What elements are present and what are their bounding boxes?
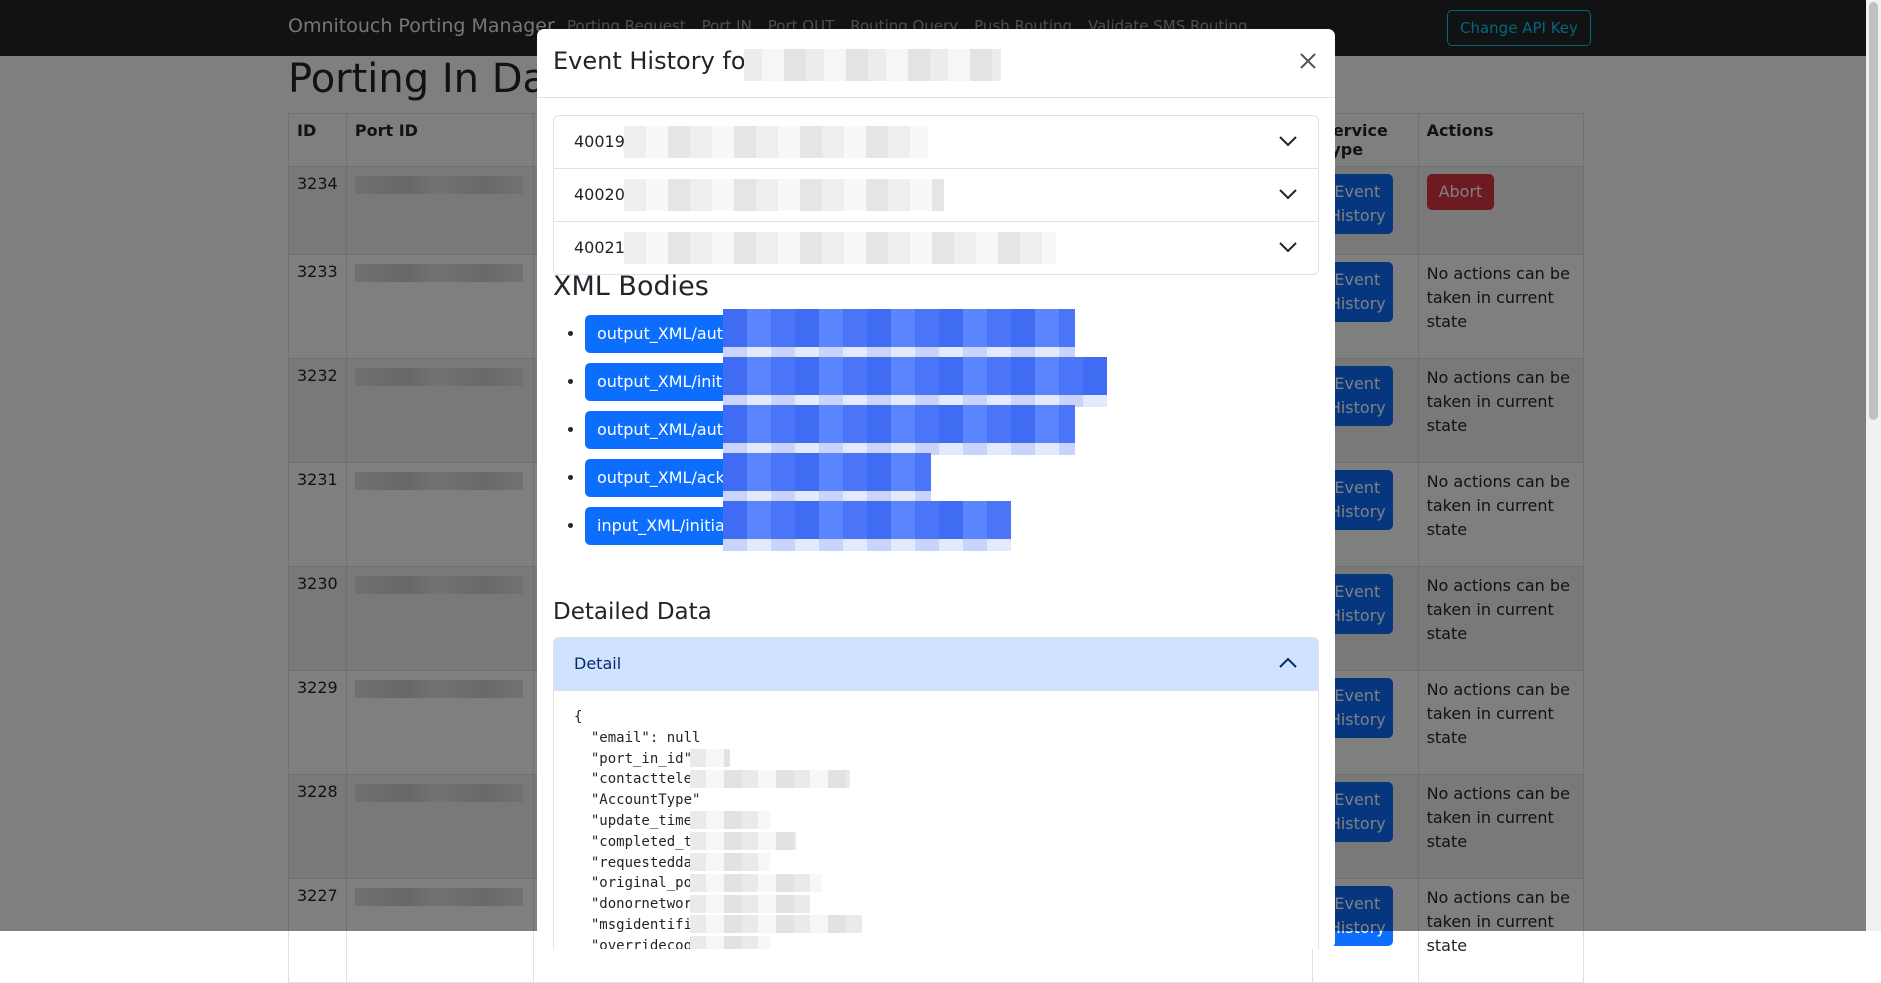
json-line: "email": null <box>574 729 701 746</box>
redacted-event-detail <box>624 232 1056 264</box>
list-item: input_XML/initial <box>585 501 1325 555</box>
list-item: output_XML/initia <box>585 357 1325 411</box>
modal-header: Event History for <box>537 29 1335 98</box>
chevron-up-icon <box>1279 657 1297 668</box>
close-button[interactable] <box>1292 49 1320 77</box>
redacted-json-value <box>690 915 862 933</box>
xml-body-label: output_XML/auth <box>597 324 734 343</box>
redacted-json-value <box>690 936 770 949</box>
xml-body-label: output_XML/ack_ <box>597 468 733 487</box>
xml-body-button[interactable]: input_XML/initial <box>585 501 1011 551</box>
chevron-down-icon <box>1279 242 1297 253</box>
list-item: output_XML/auth <box>585 405 1325 459</box>
redacted-xml-name <box>723 453 931 503</box>
close-icon <box>1300 53 1316 69</box>
json-line: "port_in_id": <box>574 750 701 767</box>
xml-body-button[interactable]: output_XML/initia <box>585 357 1107 407</box>
redacted-xml-name <box>723 309 1075 359</box>
events-accordion: 40019: 40020: 40021: <box>553 115 1319 275</box>
xml-bodies-heading: XML Bodies <box>553 271 709 302</box>
detail-json: { "email": null "port_in_id": "contactte… <box>554 691 1318 949</box>
redacted-event-detail <box>624 179 944 211</box>
json-line: "requesteddat <box>574 854 701 871</box>
xml-body-label: output_XML/auth <box>597 420 734 439</box>
chevron-down-icon <box>1279 136 1297 147</box>
redacted-event-detail <box>624 126 928 158</box>
scrollbar-thumb[interactable] <box>1869 2 1878 420</box>
json-line: "contacttelep <box>574 771 701 788</box>
list-item: output_XML/auth <box>585 309 1325 363</box>
modal-title: Event History for <box>553 47 756 75</box>
detail-label: Detail <box>574 654 622 673</box>
event-label: 40019: <box>574 132 631 151</box>
event-label: 40020: <box>574 185 631 204</box>
detail-accordion: Detail { "email": null "port_in_id": "co… <box>553 637 1319 949</box>
xml-body-label: output_XML/initia <box>597 372 737 391</box>
json-line: "msgidentifie <box>574 916 701 933</box>
redacted-json-value <box>690 749 730 767</box>
detailed-data-heading: Detailed Data <box>553 599 712 625</box>
xml-body-button[interactable]: output_XML/auth <box>585 405 1075 455</box>
redacted-xml-name <box>723 405 1075 455</box>
json-line: "update_times <box>574 812 701 829</box>
json-line: "overridecool <box>574 937 701 949</box>
list-item: output_XML/ack_ <box>585 453 1325 507</box>
detail-accordion-header[interactable]: Detail <box>554 638 1318 691</box>
json-line: { <box>574 709 583 725</box>
event-item-40020[interactable]: 40020: <box>554 169 1318 222</box>
event-item-40021[interactable]: 40021: <box>554 222 1318 274</box>
redacted-json-value <box>690 832 796 850</box>
chevron-down-icon <box>1279 189 1297 200</box>
json-line: "donornetwork <box>574 896 701 913</box>
event-item-40019[interactable]: 40019: <box>554 116 1318 169</box>
xml-body-button[interactable]: output_XML/ack_ <box>585 453 931 503</box>
json-line: "original_por <box>574 875 701 892</box>
redacted-json-value <box>690 811 770 829</box>
redacted-xml-name <box>723 501 1011 551</box>
json-line: "AccountType" <box>574 792 701 809</box>
xml-body-label: input_XML/initial <box>597 516 730 535</box>
json-line: "completed_ti <box>574 833 701 850</box>
redacted-title-value <box>744 49 1001 81</box>
page-scrollbar[interactable] <box>1866 0 1881 931</box>
redacted-json-value <box>690 770 850 788</box>
redacted-xml-name <box>723 357 1107 407</box>
redacted-json-value <box>690 874 822 892</box>
event-history-modal: Event History for 40019: 40020: 40021: X… <box>537 29 1335 949</box>
redacted-json-value <box>690 895 810 913</box>
xml-bodies-list: output_XML/auth output_XML/initia output… <box>553 309 1325 555</box>
redacted-json-value <box>690 853 770 871</box>
xml-body-button[interactable]: output_XML/auth <box>585 309 1075 359</box>
event-label: 40021: <box>574 238 631 257</box>
